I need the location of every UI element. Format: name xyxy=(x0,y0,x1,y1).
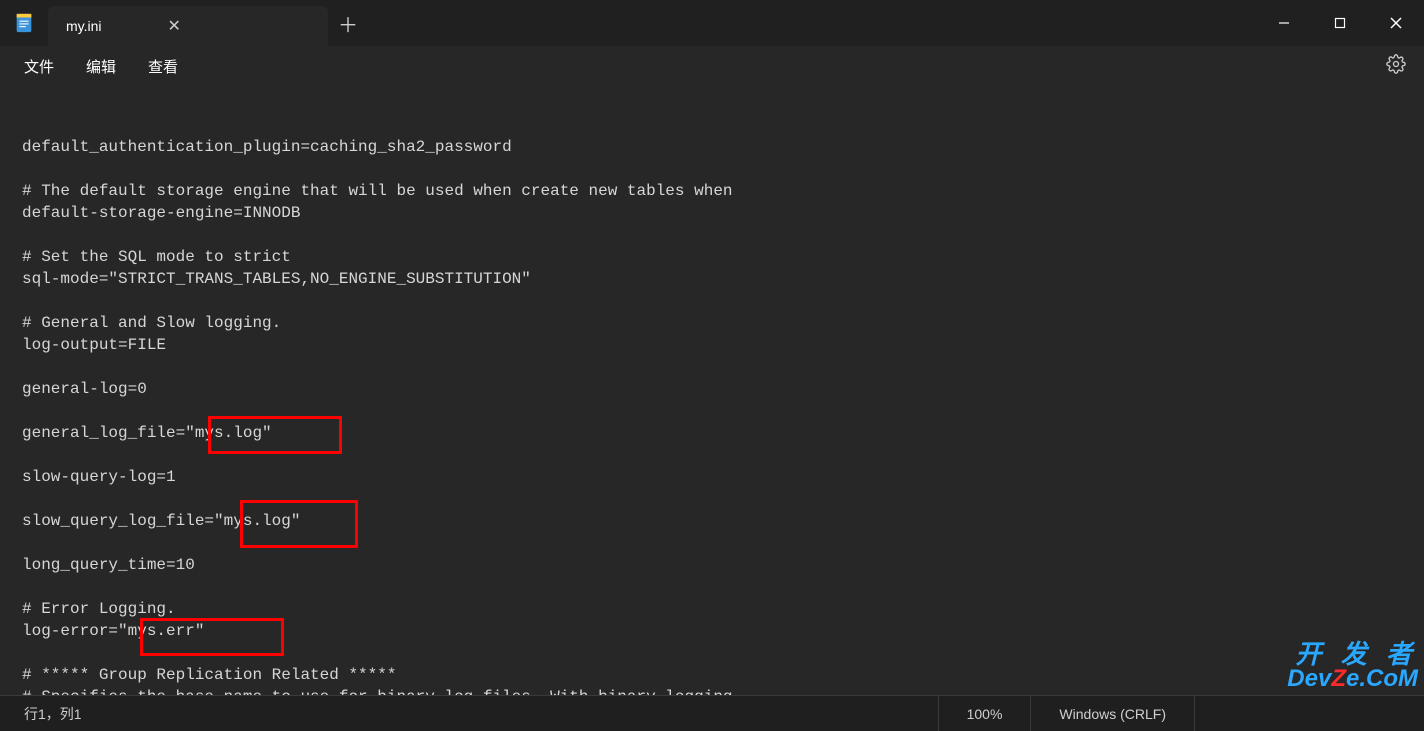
editor-line[interactable] xyxy=(22,642,1424,664)
maximize-button[interactable] xyxy=(1312,0,1368,46)
editor-line[interactable] xyxy=(22,224,1424,246)
menu-file[interactable]: 文件 xyxy=(8,50,70,83)
editor-line[interactable]: # Specifies the base name to use for bin… xyxy=(22,686,1424,695)
titlebar-drag-region[interactable] xyxy=(368,0,1256,46)
tab-title: my.ini xyxy=(66,18,102,34)
status-position[interactable]: 行1，列1 xyxy=(0,704,82,724)
editor-line[interactable]: general-log=0 xyxy=(22,378,1424,400)
editor-line[interactable] xyxy=(22,400,1424,422)
status-bar: 行1，列1 100% Windows (CRLF) xyxy=(0,695,1424,731)
menu-bar: 文件 编辑 查看 xyxy=(0,46,1424,86)
editor-line[interactable] xyxy=(22,158,1424,180)
editor-line[interactable]: default_authentication_plugin=caching_sh… xyxy=(22,136,1424,158)
settings-button[interactable] xyxy=(1376,48,1416,85)
editor-line[interactable] xyxy=(22,576,1424,598)
editor-line[interactable]: # The default storage engine that will b… xyxy=(22,180,1424,202)
editor-line[interactable]: # Error Logging. xyxy=(22,598,1424,620)
tab-active[interactable]: my.ini ✕ xyxy=(48,6,328,46)
editor-line[interactable]: sql-mode="STRICT_TRANS_TABLES,NO_ENGINE_… xyxy=(22,268,1424,290)
editor-line[interactable]: log-error="mys.err" xyxy=(22,620,1424,642)
editor-line[interactable]: # General and Slow logging. xyxy=(22,312,1424,334)
status-right-pad xyxy=(1194,696,1424,731)
title-bar-left: my.ini ✕ ＋ xyxy=(0,0,368,46)
close-window-button[interactable] xyxy=(1368,0,1424,46)
editor-line[interactable] xyxy=(22,356,1424,378)
editor-line[interactable]: # Set the SQL mode to strict xyxy=(22,246,1424,268)
menu-edit[interactable]: 编辑 xyxy=(70,50,132,83)
editor-content[interactable]: default_authentication_plugin=caching_sh… xyxy=(22,136,1424,695)
editor-line[interactable] xyxy=(22,444,1424,466)
editor-line[interactable]: # ***** Group Replication Related ***** xyxy=(22,664,1424,686)
editor-line[interactable]: slow_query_log_file="mys.log" xyxy=(22,510,1424,532)
minimize-button[interactable] xyxy=(1256,0,1312,46)
status-zoom[interactable]: 100% xyxy=(938,696,1031,731)
title-bar: my.ini ✕ ＋ xyxy=(0,0,1424,46)
app-icon xyxy=(0,12,48,34)
close-tab-icon[interactable]: ✕ xyxy=(162,14,187,38)
editor-line[interactable] xyxy=(22,290,1424,312)
editor-line[interactable]: slow-query-log=1 xyxy=(22,466,1424,488)
editor-area[interactable]: default_authentication_plugin=caching_sh… xyxy=(0,86,1424,695)
editor-line[interactable]: long_query_time=10 xyxy=(22,554,1424,576)
editor-line[interactable] xyxy=(22,488,1424,510)
editor-line[interactable]: default-storage-engine=INNODB xyxy=(22,202,1424,224)
editor-line[interactable]: log-output=FILE xyxy=(22,334,1424,356)
editor-line[interactable] xyxy=(22,532,1424,554)
editor-line[interactable]: general_log_file="mys.log" xyxy=(22,422,1424,444)
status-encoding[interactable]: Windows (CRLF) xyxy=(1030,696,1194,731)
new-tab-button[interactable]: ＋ xyxy=(328,0,368,46)
window-controls xyxy=(1256,0,1424,46)
menu-view[interactable]: 查看 xyxy=(132,50,194,83)
